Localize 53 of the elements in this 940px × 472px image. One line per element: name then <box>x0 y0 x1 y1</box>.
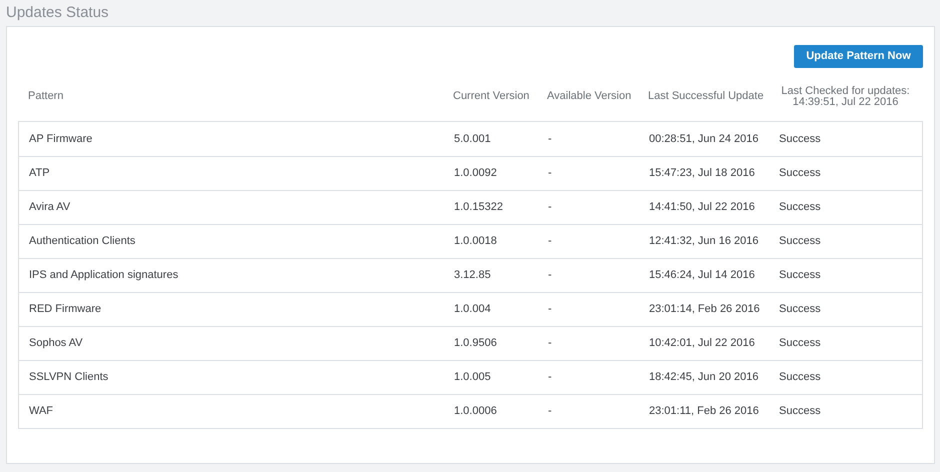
update-status: Success <box>779 371 821 384</box>
pattern-name: SSLVPN Clients <box>29 371 108 384</box>
current-version: 1.0.0092 <box>454 167 497 180</box>
pattern-name: Authentication Clients <box>29 235 136 248</box>
available-version: - <box>548 269 552 282</box>
available-version: - <box>548 132 552 145</box>
column-header: Pattern <box>28 90 64 102</box>
update-status: Success <box>779 303 821 316</box>
column-header: Last Checked for updates: <box>781 86 910 96</box>
available-version: - <box>548 405 552 418</box>
current-version: 1.0.0018 <box>454 235 497 248</box>
pattern-name: AP Firmware <box>29 132 92 145</box>
current-version: 5.0.001 <box>454 132 491 145</box>
pattern-name: ATP <box>29 167 50 180</box>
last-update-time: 18:42:45, Jun 20 2016 <box>649 371 758 384</box>
pattern-name: Avira AV <box>29 201 70 214</box>
update-status: Success <box>779 132 821 145</box>
current-version: 1.0.004 <box>454 303 491 316</box>
last-update-time: 00:28:51, Jun 24 2016 <box>649 132 758 145</box>
page-title: Updates Status <box>6 3 110 23</box>
current-version: 1.0.15322 <box>454 201 503 214</box>
current-version: 1.0.9506 <box>454 337 497 350</box>
pattern-name: WAF <box>29 405 54 418</box>
update-status: Success <box>779 167 821 180</box>
pattern-name: IPS and Application signatures <box>29 269 178 282</box>
available-version: - <box>548 235 552 248</box>
available-version: - <box>548 337 552 350</box>
last-update-time: 15:47:23, Jul 18 2016 <box>649 167 755 180</box>
current-version: 3.12.85 <box>454 269 491 282</box>
pattern-name: RED Firmware <box>29 303 102 316</box>
current-version: 1.0.005 <box>454 371 491 384</box>
current-version: 1.0.0006 <box>454 405 497 418</box>
available-version: - <box>548 303 552 316</box>
last-update-time: 23:01:11, Feb 26 2016 <box>649 405 759 418</box>
available-version: - <box>548 167 552 180</box>
column-header: Last Successful Update <box>648 90 764 102</box>
available-version: - <box>548 371 552 384</box>
last-update-time: 10:42:01, Jul 22 2016 <box>649 337 755 350</box>
update-status: Success <box>779 235 821 248</box>
last-update-time: 14:41:50, Jul 22 2016 <box>649 201 755 214</box>
update-status: Success <box>779 405 821 418</box>
update-status: Success <box>779 201 821 214</box>
available-version: - <box>548 201 552 214</box>
column-header: Current Version <box>453 90 530 102</box>
update-pattern-button[interactable]: Update Pattern Now <box>794 45 923 68</box>
last-checked-time: 14:39:51, Jul 22 2016 <box>792 96 898 108</box>
last-update-time: 15:46:24, Jul 14 2016 <box>649 269 755 282</box>
update-status: Success <box>779 337 821 350</box>
last-update-time: 12:41:32, Jun 16 2016 <box>649 235 758 248</box>
column-header: Available Version <box>547 90 632 102</box>
last-update-time: 23:01:14, Feb 26 2016 <box>649 303 760 316</box>
update-status: Success <box>779 269 821 282</box>
pattern-name: Sophos AV <box>29 337 83 350</box>
